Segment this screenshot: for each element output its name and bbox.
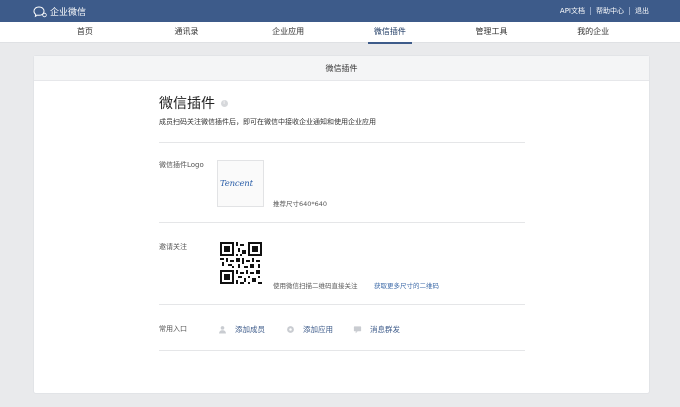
plugin-card: 微信插件 微信插件 成员扫码关注微信插件后，即可在微信中接收企业通知和使用企业应… <box>33 55 650 394</box>
help-center-link[interactable]: 帮助中心 <box>596 6 624 16</box>
shortcuts-row-label: 常用入口 <box>159 325 187 333</box>
invite-row-label: 邀请关注 <box>159 243 187 251</box>
top-bar: 企业微信 API文档 帮助中心 退出 <box>0 0 680 22</box>
add-app-label: 添加应用 <box>303 325 333 334</box>
tab-home[interactable]: 首页 <box>34 22 136 43</box>
tab-contacts[interactable]: 通讯录 <box>136 22 238 43</box>
page-title: 微信插件 <box>159 93 228 113</box>
tab-wechat-plugin[interactable]: 微信插件 <box>339 22 441 44</box>
broadcast-message-label: 消息群发 <box>370 325 400 334</box>
card-header: 微信插件 <box>34 56 649 81</box>
qr-code-icon <box>220 242 262 284</box>
logo-row-label: 微信插件Logo <box>159 161 204 169</box>
divider <box>159 142 525 143</box>
plugin-logo-image[interactable]: Tencent <box>217 160 264 207</box>
divider <box>159 350 525 351</box>
add-member-link[interactable]: 添加成员 <box>218 324 265 335</box>
add-member-label: 添加成员 <box>235 325 265 334</box>
more-qr-sizes-link[interactable]: 获取更多尺寸的二维码 <box>374 280 439 290</box>
user-icon <box>219 326 226 334</box>
tab-enterprise-apps[interactable]: 企业应用 <box>237 22 339 43</box>
api-docs-link[interactable]: API文档 <box>560 6 585 16</box>
divider <box>159 222 525 223</box>
logo-size-hint: 推荐尺寸640*640 <box>273 200 328 208</box>
divider <box>629 7 630 15</box>
main-nav: 首页 通讯录 企业应用 微信插件 管理工具 我的企业 <box>34 22 644 44</box>
divider <box>590 7 591 15</box>
main-nav-bar: 首页 通讯录 企业应用 微信插件 管理工具 我的企业 <box>0 22 680 44</box>
app-logo[interactable]: 企业微信 <box>33 5 86 18</box>
message-icon <box>353 326 362 334</box>
top-links: API文档 帮助中心 退出 <box>560 6 649 16</box>
page-subtitle: 成员扫码关注微信插件后，即可在微信中接收企业通知和使用企业应用 <box>159 118 376 126</box>
broadcast-message-link[interactable]: 消息群发 <box>353 324 400 335</box>
page-title-text: 微信插件 <box>159 96 215 112</box>
add-app-link[interactable]: 添加应用 <box>286 324 333 335</box>
app-icon <box>287 326 294 333</box>
chat-bubble-icon <box>33 5 47 17</box>
divider <box>159 304 525 305</box>
qr-hint: 使用微信扫描二维码直接关注 <box>273 282 358 290</box>
tab-my-enterprise[interactable]: 我的企业 <box>542 22 644 43</box>
tab-management-tools[interactable]: 管理工具 <box>441 22 543 43</box>
info-icon[interactable] <box>221 99 228 107</box>
logout-link[interactable]: 退出 <box>635 6 649 16</box>
tencent-logo: Tencent <box>220 179 253 189</box>
app-name: 企业微信 <box>50 8 87 18</box>
